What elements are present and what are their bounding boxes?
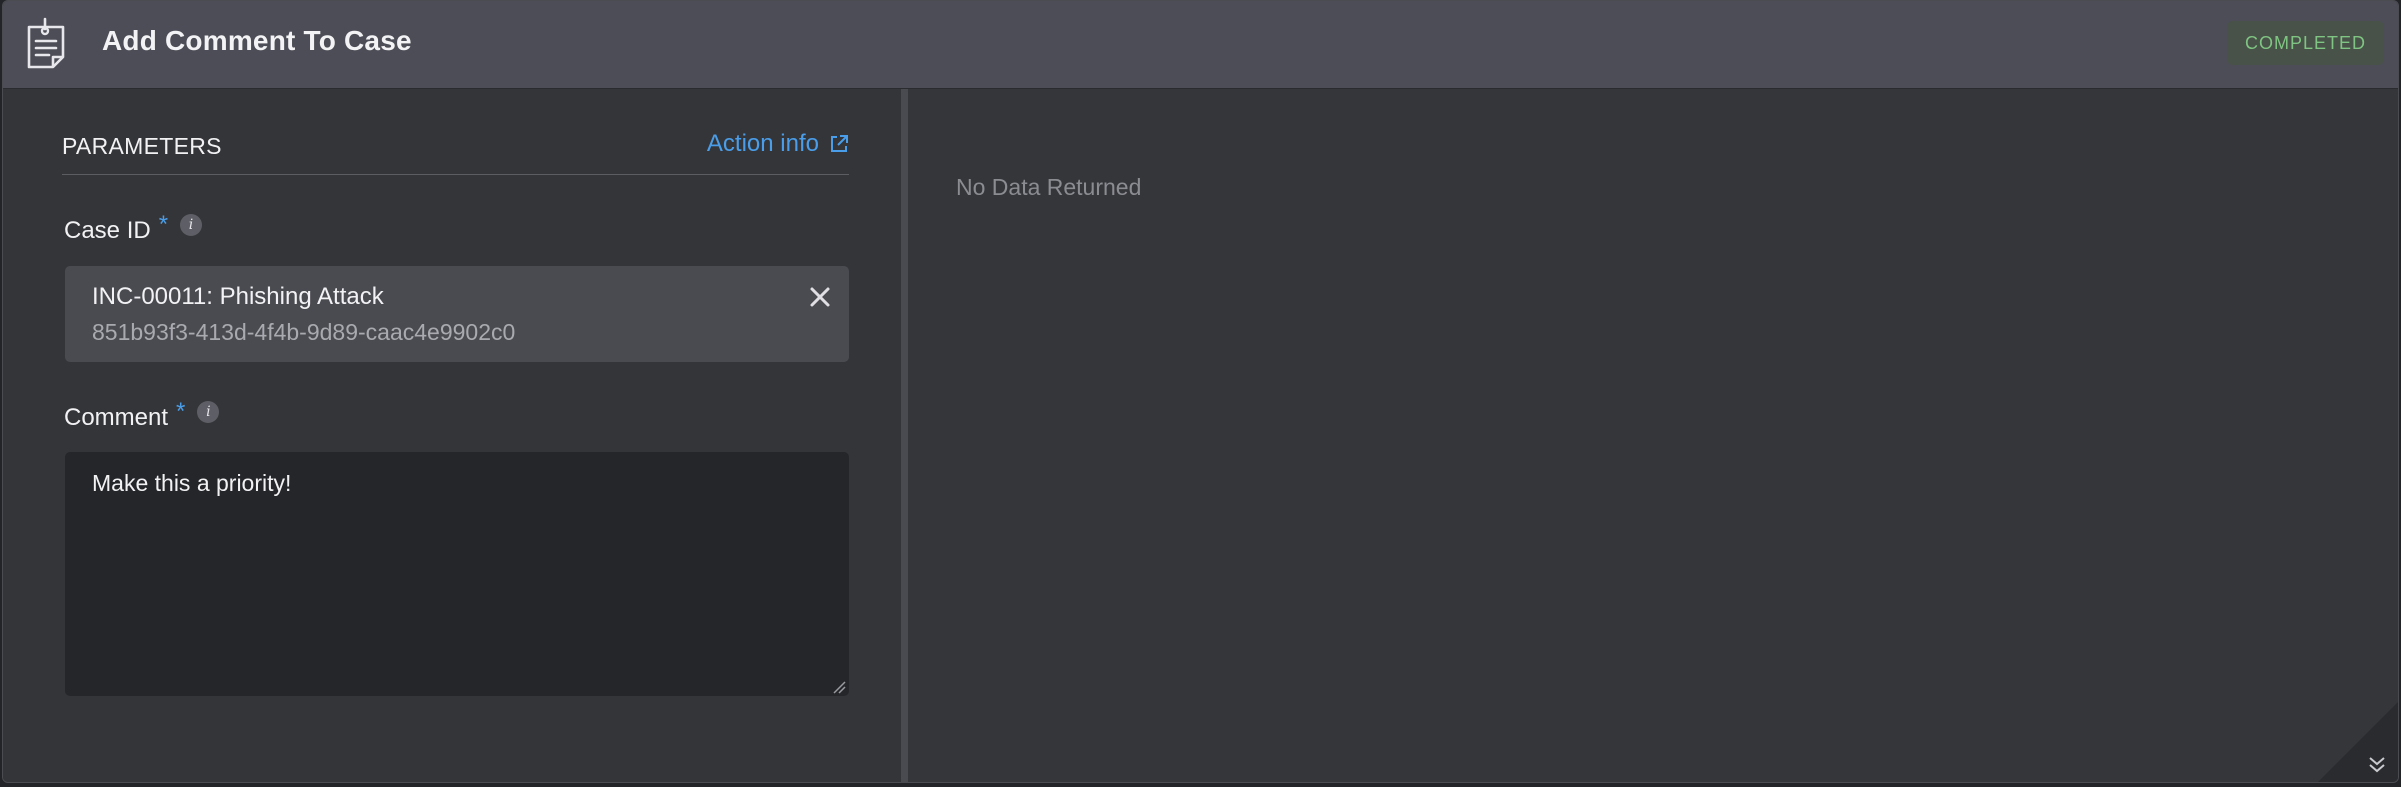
status-badge: COMPLETED	[2226, 21, 2384, 65]
required-marker: *	[158, 211, 169, 238]
selected-case-title: INC-00011: Phishing Attack	[92, 283, 384, 310]
clear-icon[interactable]	[807, 284, 833, 310]
required-marker: *	[176, 398, 186, 425]
resize-handle-icon[interactable]	[830, 678, 846, 694]
results-panel: No Data Returned	[908, 89, 2398, 782]
parameters-panel: PARAMETERS Action info Case ID * i INC-0…	[3, 89, 901, 782]
panel-header: Add Comment To Case COMPLETED	[3, 1, 2398, 89]
page-title: Add Comment To Case	[102, 25, 412, 56]
panel-splitter[interactable]	[901, 89, 908, 782]
section-divider	[62, 174, 849, 175]
empty-state-message: No Data Returned	[956, 174, 1142, 200]
collapse-chevrons-icon[interactable]	[2318, 702, 2398, 782]
case-id-selector[interactable]: INC-00011: Phishing Attack 851b93f3-413d…	[65, 266, 849, 362]
clipboard-note-icon	[27, 17, 65, 69]
comment-label: Comment * i	[64, 398, 220, 432]
case-id-label: Case ID * i	[64, 211, 203, 245]
case-id-label-text: Case ID	[64, 217, 151, 244]
selected-case-uuid: 851b93f3-413d-4f4b-9d89-caac4e9902c0	[92, 319, 516, 345]
action-info-label: Action info	[706, 130, 819, 157]
action-result-panel: Add Comment To Case COMPLETED PARAMETERS…	[2, 0, 2399, 783]
info-icon[interactable]: i	[180, 214, 203, 236]
external-link-icon	[831, 135, 848, 152]
comment-label-text: Comment	[64, 404, 169, 431]
action-info-link[interactable]: Action info	[707, 130, 849, 158]
info-icon[interactable]: i	[197, 401, 220, 423]
parameters-heading: PARAMETERS	[62, 133, 222, 159]
comment-textarea[interactable]: Make this a priority!	[65, 452, 849, 696]
